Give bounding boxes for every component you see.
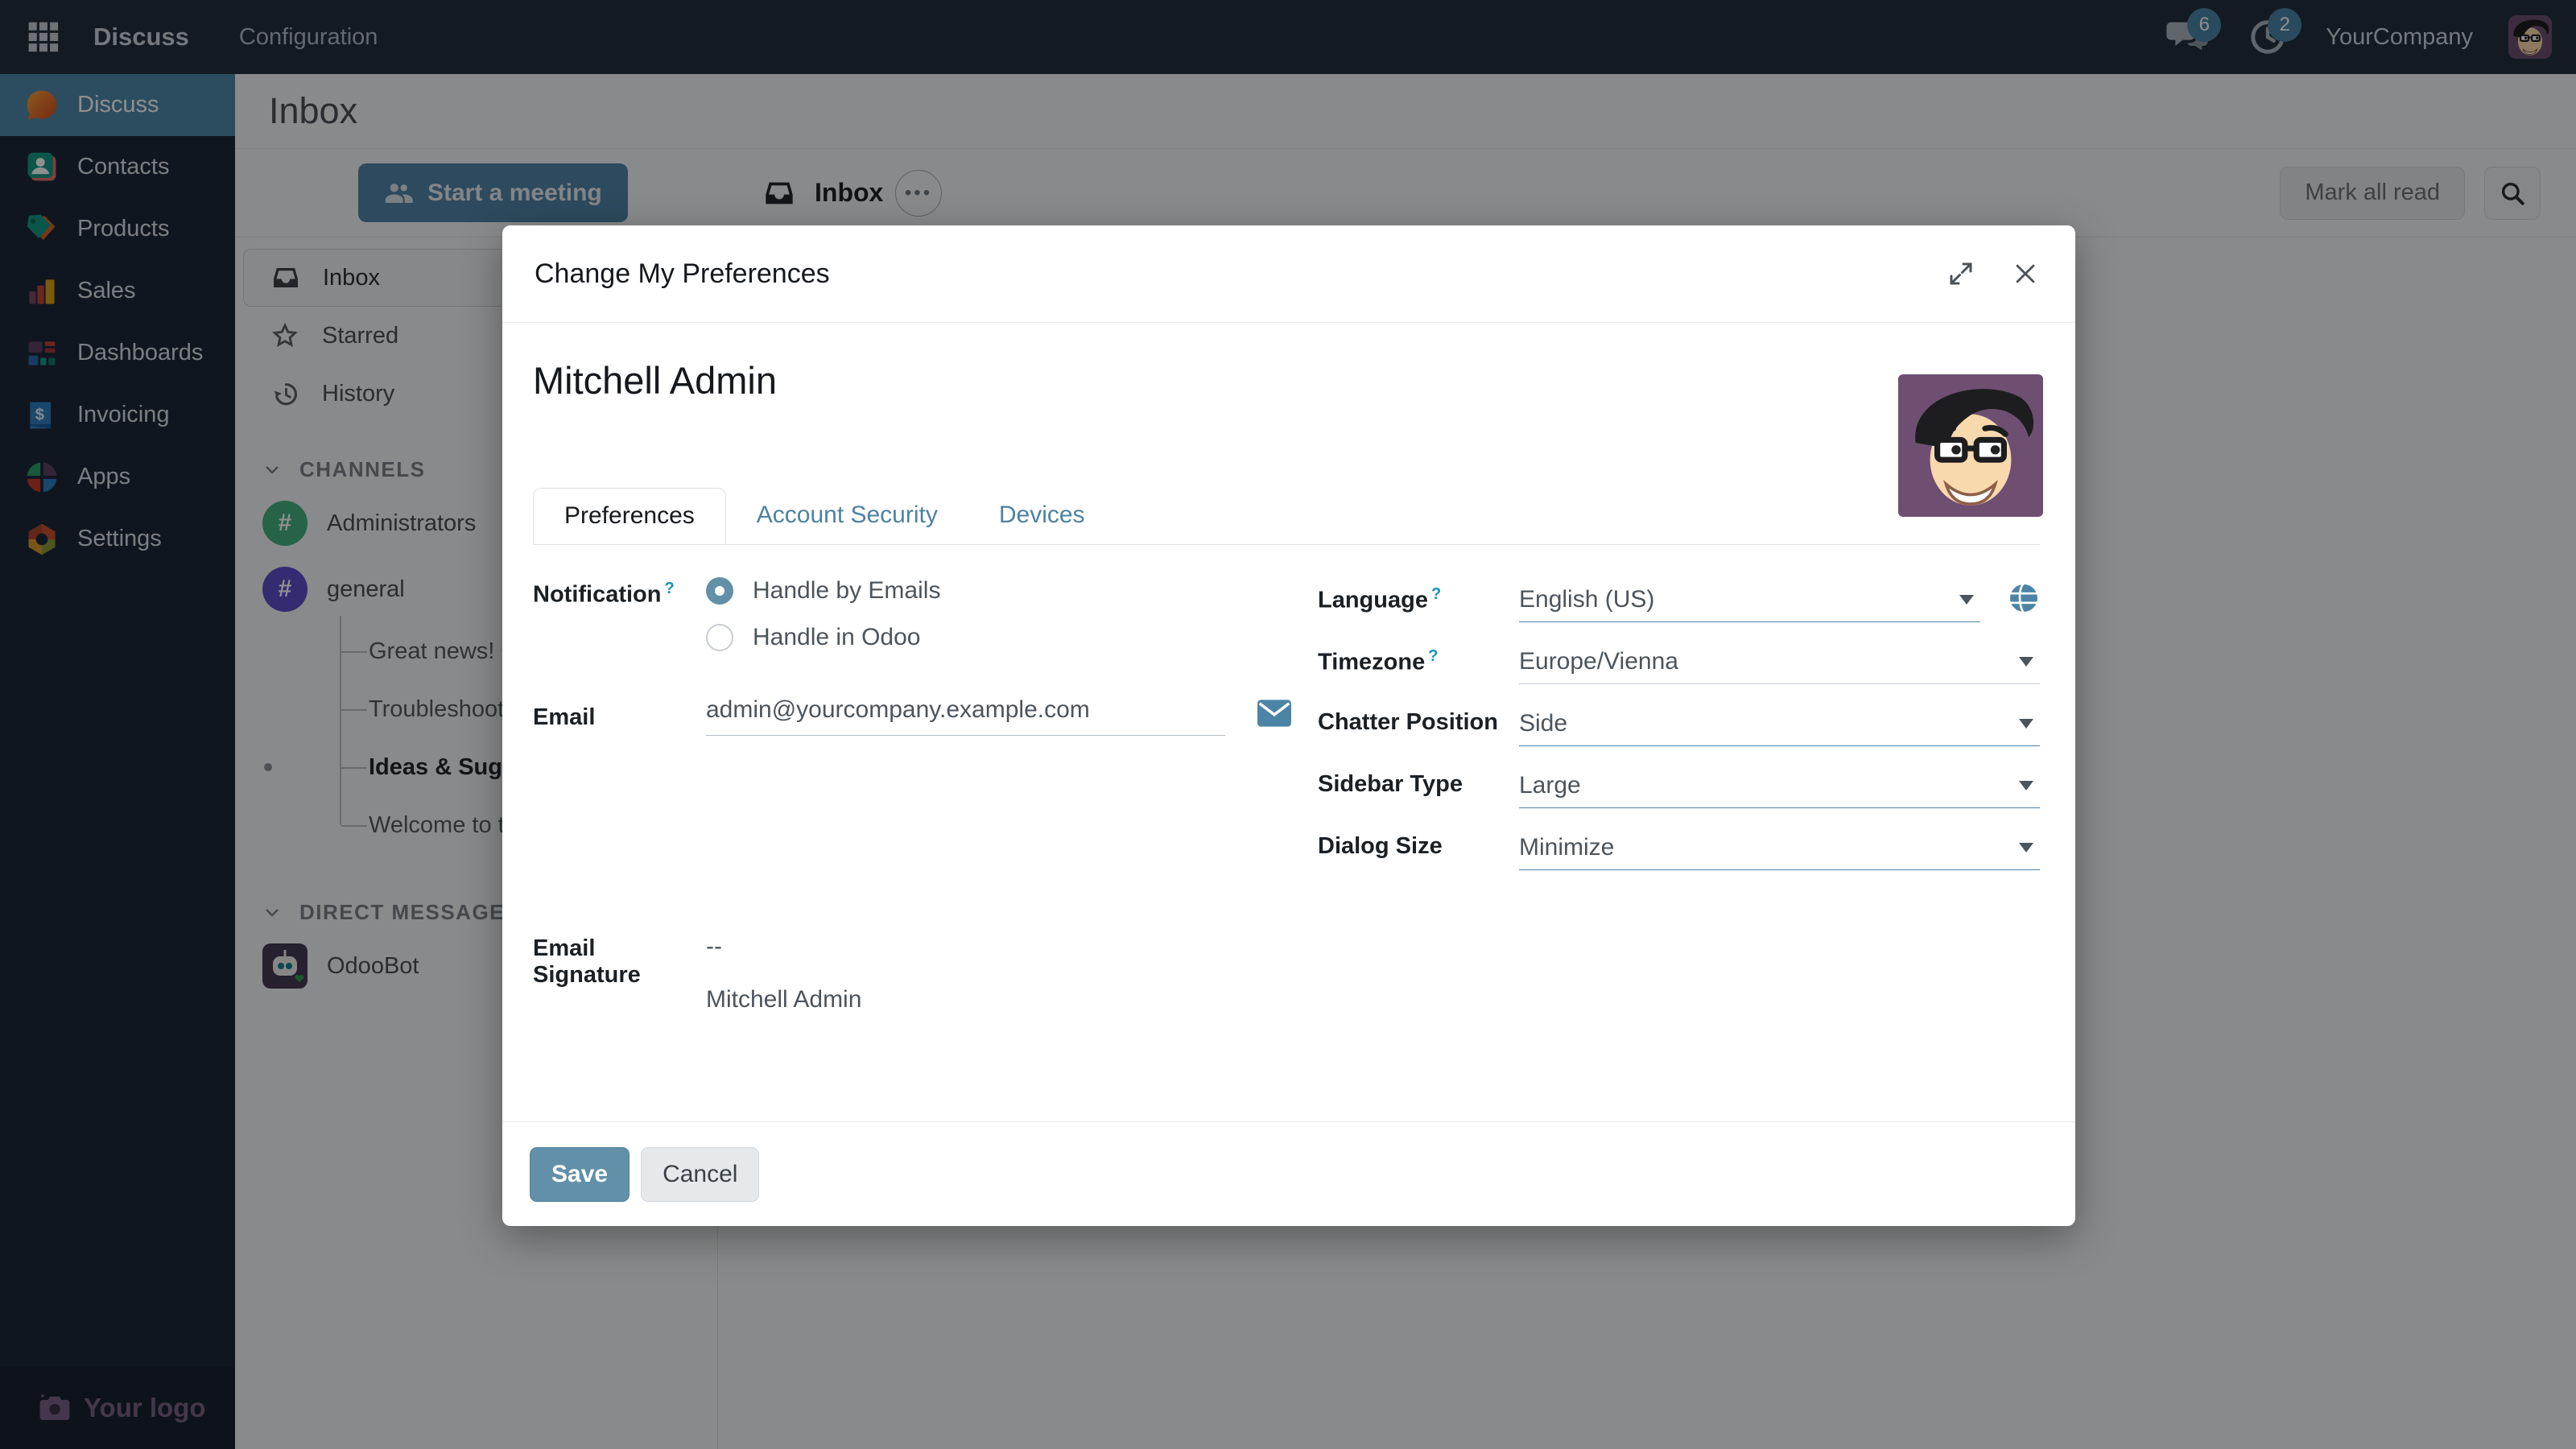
notification-field-row: Notification? Handle by Emails Handle in…: [533, 577, 1290, 651]
language-select[interactable]: English (US): [1519, 577, 1980, 622]
dropdown-caret-icon: [2019, 657, 2033, 667]
close-dialog-button[interactable]: [2008, 256, 2043, 291]
signature-line1: --: [706, 933, 861, 960]
chatter-position-field-row: Chatter Position Side: [1318, 701, 2040, 746]
user-name-heading: Mitchell Admin: [533, 323, 2040, 402]
dialog-body: Mitchell Admin Preferences Account Secur…: [502, 323, 2075, 1121]
radio-selected-icon[interactable]: [706, 577, 733, 605]
app-window: Discuss Configuration 6 2 YourCompany Di…: [0, 0, 2576, 1449]
sidebar-type-select[interactable]: Large: [1519, 763, 2040, 808]
dialog-tabs: Preferences Account Security Devices: [533, 488, 2040, 545]
dialog-title: Change My Preferences: [535, 258, 1914, 290]
radio-label: Handle in Odoo: [753, 624, 920, 651]
signature-line2: Mitchell Admin: [706, 986, 861, 1013]
timezone-value: Europe/Vienna: [1519, 648, 2019, 675]
radio-handle-in-odoo[interactable]: Handle in Odoo: [706, 624, 940, 651]
dialog-size-select[interactable]: Minimize: [1519, 825, 2040, 870]
sidebar-type-label: Sidebar Type: [1318, 763, 1519, 798]
dropdown-caret-icon: [2019, 781, 2033, 791]
expand-icon: [1946, 259, 1975, 288]
tab-devices[interactable]: Devices: [968, 488, 1116, 544]
help-marker: ?: [1428, 647, 1438, 665]
chatter-position-label: Chatter Position: [1318, 701, 1519, 736]
language-field-row: Language? English (US): [1318, 577, 2040, 622]
signature-field-row: Email Signature -- Mitchell Admin: [533, 933, 1290, 1013]
timezone-field-row: Timezone? Europe/Vienna: [1318, 639, 2040, 684]
save-button[interactable]: Save: [530, 1147, 630, 1202]
radio-unselected-icon[interactable]: [706, 624, 733, 651]
dialog-footer: Save Cancel: [502, 1121, 2075, 1226]
timezone-label: Timezone?: [1318, 639, 1519, 676]
chatter-position-value: Side: [1519, 710, 2019, 737]
notification-label: Notification?: [533, 577, 706, 651]
dialog-size-value: Minimize: [1519, 834, 2019, 861]
globe-icon[interactable]: [2008, 582, 2040, 618]
email-label: Email: [533, 702, 706, 731]
signature-label: Email Signature: [533, 933, 706, 1013]
timezone-select[interactable]: Europe/Vienna: [1519, 639, 2040, 684]
radio-handle-by-emails[interactable]: Handle by Emails: [706, 577, 940, 605]
tab-account-security[interactable]: Account Security: [726, 488, 968, 544]
language-value: English (US): [1519, 586, 1959, 613]
signature-editor[interactable]: -- Mitchell Admin: [706, 933, 861, 1013]
language-label: Language?: [1318, 577, 1519, 614]
sidebar-type-value: Large: [1519, 772, 2019, 799]
dialog-size-label: Dialog Size: [1318, 825, 1519, 860]
sidebar-type-field-row: Sidebar Type Large: [1318, 763, 2040, 808]
radio-label: Handle by Emails: [753, 577, 940, 605]
close-icon: [2012, 260, 2039, 287]
profile-avatar[interactable]: [1898, 374, 2043, 517]
email-field-row: Email: [533, 696, 1290, 736]
dropdown-caret-icon: [1959, 595, 1974, 605]
cancel-button[interactable]: Cancel: [641, 1147, 759, 1202]
email-input[interactable]: [706, 696, 1225, 724]
help-marker: ?: [1431, 585, 1441, 603]
dialog-header: Change My Preferences: [502, 225, 2075, 323]
dropdown-caret-icon: [2019, 719, 2033, 729]
send-email-icon[interactable]: [1257, 700, 1291, 731]
preferences-form: Notification? Handle by Emails Handle in…: [533, 577, 2040, 1013]
dropdown-caret-icon: [2019, 843, 2033, 852]
help-marker: ?: [665, 580, 675, 597]
dialog-size-field-row: Dialog Size Minimize: [1318, 825, 2040, 870]
expand-dialog-button[interactable]: [1943, 256, 1979, 291]
chatter-position-select[interactable]: Side: [1519, 701, 2040, 746]
tab-preferences[interactable]: Preferences: [533, 488, 726, 544]
preferences-dialog: Change My Preferences Mitchell Admin Pre…: [502, 225, 2075, 1226]
